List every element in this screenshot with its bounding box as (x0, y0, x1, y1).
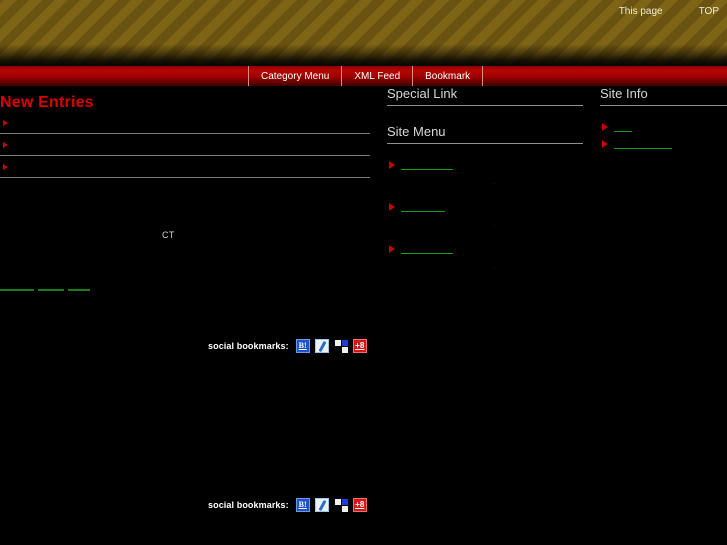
ct-marker-text: CT (162, 230, 175, 240)
triangle-bullet-icon (602, 140, 608, 148)
triangle-bullet-icon (389, 203, 395, 211)
delicious-square-3 (334, 347, 341, 353)
nav-xml-feed[interactable]: XML Feed (342, 66, 414, 86)
triangle-bullet-icon (3, 120, 8, 126)
social-bookmarks-row-bottom: social bookmarks: B! +8 (208, 498, 367, 512)
site-menu-meta: ... (492, 219, 499, 228)
sidebar-middle-column: Special Link Site Menu ... ... ... (387, 86, 583, 282)
special-link-heading: Special Link (387, 86, 583, 106)
entry-list (0, 112, 380, 178)
social-bookmarks-label: social bookmarks: (208, 341, 289, 351)
green-link-1[interactable] (0, 280, 34, 291)
social-bookmarks-row-top: social bookmarks: B! +8 (208, 339, 367, 353)
nav-bookmark[interactable]: Bookmark (413, 66, 484, 86)
list-item[interactable] (0, 134, 370, 156)
delicious-square-3 (334, 506, 341, 512)
header-utility-links: This page TOP (619, 6, 719, 18)
delicious-square-1 (334, 340, 341, 346)
triangle-bullet-icon (389, 161, 395, 169)
list-item[interactable] (0, 156, 370, 178)
triangle-bullet-icon (389, 245, 395, 253)
page-content: New Entries CT social bookmarks: B! +8 s… (0, 86, 727, 545)
page-title: New Entries (0, 94, 94, 111)
list-item[interactable] (600, 135, 727, 152)
site-info-link[interactable] (614, 137, 672, 149)
list-item[interactable] (0, 112, 370, 134)
header-banner: This page TOP (0, 0, 727, 66)
site-menu-meta: ... (492, 177, 499, 186)
hatena-bookmark-icon[interactable]: B! (295, 498, 310, 512)
site-menu-link[interactable] (401, 242, 453, 254)
green-link-3[interactable] (68, 280, 90, 291)
delicious-square-2 (341, 499, 348, 505)
delicious-square-1 (334, 499, 341, 505)
triangle-bullet-icon (3, 142, 8, 148)
delicious-icon[interactable] (333, 339, 348, 353)
hatena-bookmark-icon[interactable]: B! (295, 339, 310, 353)
list-item[interactable]: ... (387, 156, 583, 198)
green-link-2[interactable] (38, 280, 64, 291)
list-item[interactable]: ... (387, 198, 583, 240)
site-info-link[interactable] (614, 120, 632, 132)
delicious-square-4 (341, 506, 348, 512)
inline-green-links (0, 280, 90, 291)
site-menu-list: ... ... ... (387, 156, 583, 282)
delicious-square-2 (341, 340, 348, 346)
main-navigation-bar: Category Menu XML Feed Bookmark (0, 66, 727, 86)
list-item[interactable]: ... (387, 240, 583, 282)
list-item[interactable] (600, 118, 727, 135)
site-menu-link[interactable] (401, 200, 445, 212)
livedoor-clip-icon[interactable] (314, 498, 329, 512)
this-page-link[interactable]: This page (619, 6, 663, 18)
nav-category-menu[interactable]: Category Menu (248, 66, 343, 86)
new-entries-column: New Entries CT (0, 86, 380, 291)
sidebar-right-column: Site Info (600, 86, 727, 152)
triangle-bullet-icon (3, 164, 8, 170)
yahoo-bookmark-icon[interactable]: +8 (352, 498, 367, 512)
site-info-heading: Site Info (600, 86, 727, 106)
delicious-icon[interactable] (333, 498, 348, 512)
triangle-bullet-icon (602, 123, 608, 131)
site-menu-meta: ... (492, 261, 499, 270)
site-info-list (600, 118, 727, 152)
delicious-square-4 (341, 347, 348, 353)
social-bookmarks-label: social bookmarks: (208, 500, 289, 510)
top-link[interactable]: TOP (699, 6, 719, 18)
yahoo-bookmark-icon[interactable]: +8 (352, 339, 367, 353)
livedoor-clip-icon[interactable] (314, 339, 329, 353)
site-menu-link[interactable] (401, 158, 453, 170)
site-menu-heading: Site Menu (387, 124, 583, 144)
